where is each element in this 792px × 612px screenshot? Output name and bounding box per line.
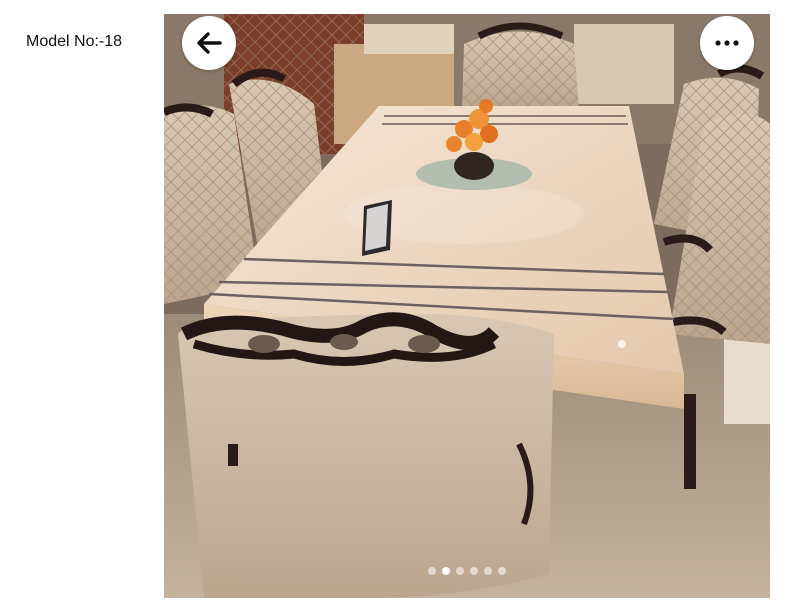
pagination-dot[interactable]: [498, 567, 506, 575]
dining-set-photo: [164, 14, 770, 598]
pagination-dot[interactable]: [428, 567, 436, 575]
image-viewer[interactable]: [164, 14, 770, 598]
arrow-left-icon: [197, 32, 222, 54]
image-pagination: [164, 567, 770, 575]
pagination-dot[interactable]: [456, 567, 464, 575]
pagination-dot[interactable]: [470, 567, 478, 575]
pagination-dot[interactable]: [442, 567, 450, 575]
model-number-label: Model No:-18: [26, 33, 123, 50]
more-horizontal-icon: [715, 40, 739, 46]
pagination-dot[interactable]: [484, 567, 492, 575]
back-button[interactable]: [182, 16, 236, 70]
more-options-button[interactable]: [700, 16, 754, 70]
